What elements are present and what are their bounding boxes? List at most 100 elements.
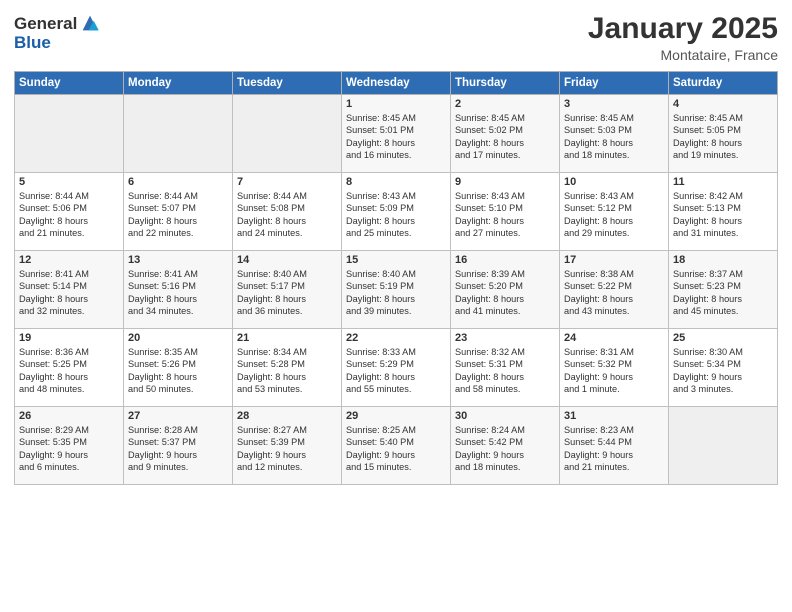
- day-number: 10: [564, 176, 664, 188]
- cell-content: Sunrise: 8:28 AM Sunset: 5:37 PM Dayligh…: [128, 424, 228, 474]
- table-row: [15, 95, 124, 173]
- cell-content: Sunrise: 8:36 AM Sunset: 5:25 PM Dayligh…: [19, 346, 119, 396]
- header-row: Sunday Monday Tuesday Wednesday Thursday…: [15, 72, 778, 95]
- col-sunday: Sunday: [15, 72, 124, 95]
- table-row: 25 Sunrise: 8:30 AM Sunset: 5:34 PM Dayli…: [669, 329, 778, 407]
- day-number: 5: [19, 176, 119, 188]
- cell-content: Sunrise: 8:45 AM Sunset: 5:02 PM Dayligh…: [455, 112, 555, 162]
- col-thursday: Thursday: [451, 72, 560, 95]
- cell-content: Sunrise: 8:39 AM Sunset: 5:20 PM Dayligh…: [455, 268, 555, 318]
- day-number: 16: [455, 254, 555, 266]
- calendar-week-row: 26 Sunrise: 8:29 AM Sunset: 5:35 PM Dayli…: [15, 407, 778, 485]
- cell-content: Sunrise: 8:32 AM Sunset: 5:31 PM Dayligh…: [455, 346, 555, 396]
- location: Montataire, France: [588, 47, 778, 63]
- cell-content: Sunrise: 8:38 AM Sunset: 5:22 PM Dayligh…: [564, 268, 664, 318]
- table-row: [124, 95, 233, 173]
- table-row: 2 Sunrise: 8:45 AM Sunset: 5:02 PM Daylig…: [451, 95, 560, 173]
- cell-content: Sunrise: 8:41 AM Sunset: 5:14 PM Dayligh…: [19, 268, 119, 318]
- table-row: 14Sunrise: 8:40 AM Sunset: 5:17 PM Dayli…: [233, 251, 342, 329]
- day-number: 1: [346, 98, 446, 110]
- day-number: 6: [128, 176, 228, 188]
- table-row: 20Sunrise: 8:35 AM Sunset: 5:26 PM Dayli…: [124, 329, 233, 407]
- title-section: January 2025 Montataire, France: [588, 12, 778, 63]
- day-number: 17: [564, 254, 664, 266]
- calendar-table: Sunday Monday Tuesday Wednesday Thursday…: [14, 71, 778, 485]
- cell-content: Sunrise: 8:44 AM Sunset: 5:07 PM Dayligh…: [128, 190, 228, 240]
- cell-content: Sunrise: 8:31 AM Sunset: 5:32 PM Dayligh…: [564, 346, 664, 396]
- table-row: 12 Sunrise: 8:41 AM Sunset: 5:14 PM Dayli…: [15, 251, 124, 329]
- logo: General Blue: [14, 12, 101, 51]
- cell-content: Sunrise: 8:27 AM Sunset: 5:39 PM Dayligh…: [237, 424, 337, 474]
- cell-content: Sunrise: 8:43 AM Sunset: 5:12 PM Dayligh…: [564, 190, 664, 240]
- cell-content: Sunrise: 8:44 AM Sunset: 5:06 PM Dayligh…: [19, 190, 119, 240]
- cell-content: Sunrise: 8:29 AM Sunset: 5:35 PM Dayligh…: [19, 424, 119, 474]
- col-wednesday: Wednesday: [342, 72, 451, 95]
- col-saturday: Saturday: [669, 72, 778, 95]
- header: General Blue January 2025 Montataire, Fr…: [14, 12, 778, 63]
- table-row: 24 Sunrise: 8:31 AM Sunset: 5:32 PM Dayli…: [560, 329, 669, 407]
- table-row: 21 Sunrise: 8:34 AM Sunset: 5:28 PM Dayli…: [233, 329, 342, 407]
- table-row: 10 Sunrise: 8:43 AM Sunset: 5:12 PM Dayli…: [560, 173, 669, 251]
- month-title: January 2025: [588, 12, 778, 45]
- table-row: [233, 95, 342, 173]
- cell-content: Sunrise: 8:33 AM Sunset: 5:29 PM Dayligh…: [346, 346, 446, 396]
- cell-content: Sunrise: 8:40 AM Sunset: 5:19 PM Dayligh…: [346, 268, 446, 318]
- table-row: 22 Sunrise: 8:33 AM Sunset: 5:29 PM Dayli…: [342, 329, 451, 407]
- table-row: 29 Sunrise: 8:25 AM Sunset: 5:40 PM Dayli…: [342, 407, 451, 485]
- table-row: 1Sunrise: 8:45 AM Sunset: 5:01 PM Daylig…: [342, 95, 451, 173]
- table-row: 18 Sunrise: 8:37 AM Sunset: 5:23 PM Dayli…: [669, 251, 778, 329]
- day-number: 30: [455, 410, 555, 422]
- day-number: 22: [346, 332, 446, 344]
- cell-content: Sunrise: 8:30 AM Sunset: 5:34 PM Dayligh…: [673, 346, 773, 396]
- day-number: 18: [673, 254, 773, 266]
- cell-content: Sunrise: 8:45 AM Sunset: 5:05 PM Dayligh…: [673, 112, 773, 162]
- calendar-week-row: 5 Sunrise: 8:44 AM Sunset: 5:06 PM Daylig…: [15, 173, 778, 251]
- table-row: 19 Sunrise: 8:36 AM Sunset: 5:25 PM Dayli…: [15, 329, 124, 407]
- day-number: 29: [346, 410, 446, 422]
- cell-content: Sunrise: 8:25 AM Sunset: 5:40 PM Dayligh…: [346, 424, 446, 474]
- table-row: 16 Sunrise: 8:39 AM Sunset: 5:20 PM Dayli…: [451, 251, 560, 329]
- logo-general: General: [14, 15, 77, 32]
- cell-content: Sunrise: 8:37 AM Sunset: 5:23 PM Dayligh…: [673, 268, 773, 318]
- logo-icon: [79, 12, 101, 34]
- table-row: 9Sunrise: 8:43 AM Sunset: 5:10 PM Daylig…: [451, 173, 560, 251]
- table-row: 13Sunrise: 8:41 AM Sunset: 5:16 PM Dayli…: [124, 251, 233, 329]
- cell-content: Sunrise: 8:43 AM Sunset: 5:09 PM Dayligh…: [346, 190, 446, 240]
- table-row: 30 Sunrise: 8:24 AM Sunset: 5:42 PM Dayli…: [451, 407, 560, 485]
- table-row: 31Sunrise: 8:23 AM Sunset: 5:44 PM Dayli…: [560, 407, 669, 485]
- table-row: 8 Sunrise: 8:43 AM Sunset: 5:09 PM Daylig…: [342, 173, 451, 251]
- day-number: 14: [237, 254, 337, 266]
- cell-content: Sunrise: 8:35 AM Sunset: 5:26 PM Dayligh…: [128, 346, 228, 396]
- cell-content: Sunrise: 8:41 AM Sunset: 5:16 PM Dayligh…: [128, 268, 228, 318]
- day-number: 26: [19, 410, 119, 422]
- cell-content: Sunrise: 8:45 AM Sunset: 5:03 PM Dayligh…: [564, 112, 664, 162]
- cell-content: Sunrise: 8:44 AM Sunset: 5:08 PM Dayligh…: [237, 190, 337, 240]
- day-number: 11: [673, 176, 773, 188]
- day-number: 21: [237, 332, 337, 344]
- cell-content: Sunrise: 8:42 AM Sunset: 5:13 PM Dayligh…: [673, 190, 773, 240]
- day-number: 9: [455, 176, 555, 188]
- day-number: 12: [19, 254, 119, 266]
- cell-content: Sunrise: 8:24 AM Sunset: 5:42 PM Dayligh…: [455, 424, 555, 474]
- day-number: 24: [564, 332, 664, 344]
- table-row: 7 Sunrise: 8:44 AM Sunset: 5:08 PM Daylig…: [233, 173, 342, 251]
- calendar-week-row: 1Sunrise: 8:45 AM Sunset: 5:01 PM Daylig…: [15, 95, 778, 173]
- table-row: 3 Sunrise: 8:45 AM Sunset: 5:03 PM Daylig…: [560, 95, 669, 173]
- day-number: 7: [237, 176, 337, 188]
- day-number: 15: [346, 254, 446, 266]
- table-row: 17 Sunrise: 8:38 AM Sunset: 5:22 PM Dayli…: [560, 251, 669, 329]
- table-row: 15 Sunrise: 8:40 AM Sunset: 5:19 PM Dayli…: [342, 251, 451, 329]
- day-number: 19: [19, 332, 119, 344]
- day-number: 8: [346, 176, 446, 188]
- calendar-week-row: 19 Sunrise: 8:36 AM Sunset: 5:25 PM Dayli…: [15, 329, 778, 407]
- table-row: 4Sunrise: 8:45 AM Sunset: 5:05 PM Daylig…: [669, 95, 778, 173]
- table-row: 23Sunrise: 8:32 AM Sunset: 5:31 PM Dayli…: [451, 329, 560, 407]
- day-number: 25: [673, 332, 773, 344]
- day-number: 2: [455, 98, 555, 110]
- day-number: 3: [564, 98, 664, 110]
- day-number: 28: [237, 410, 337, 422]
- table-row: 11 Sunrise: 8:42 AM Sunset: 5:13 PM Dayli…: [669, 173, 778, 251]
- calendar-container: General Blue January 2025 Montataire, Fr…: [0, 0, 792, 612]
- cell-content: Sunrise: 8:34 AM Sunset: 5:28 PM Dayligh…: [237, 346, 337, 396]
- col-monday: Monday: [124, 72, 233, 95]
